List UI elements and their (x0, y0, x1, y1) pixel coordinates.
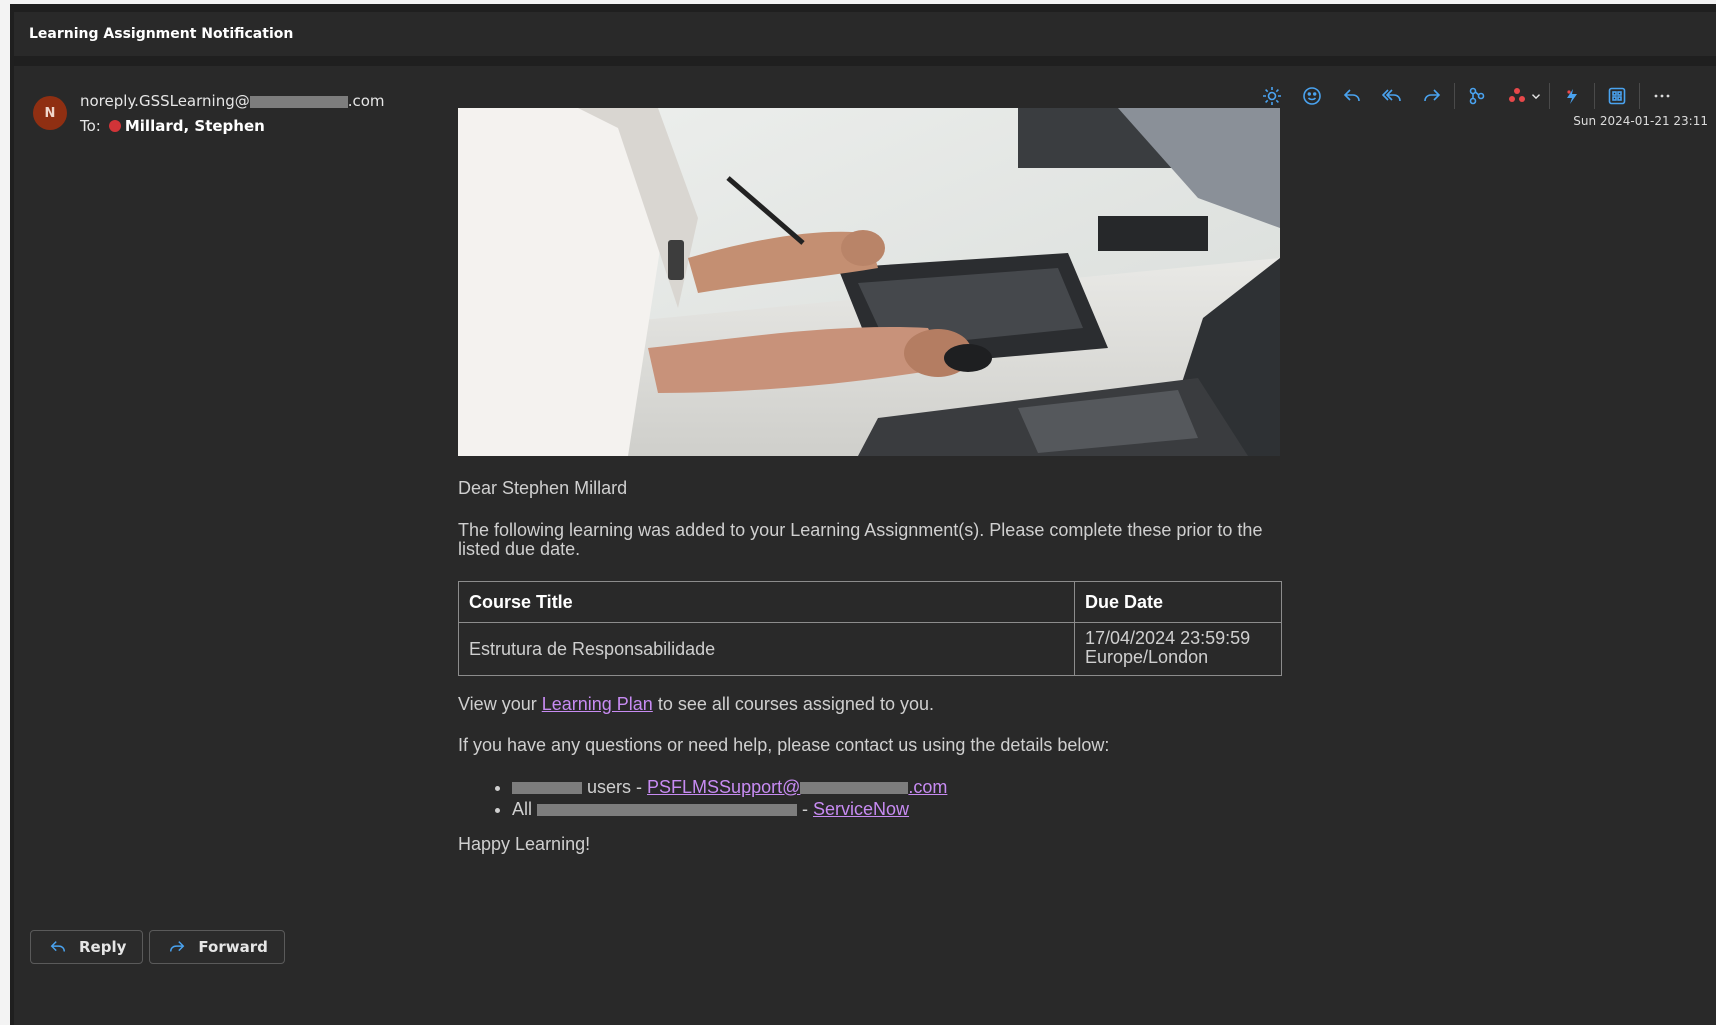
intro-text: The following learning was added to your… (458, 520, 1263, 559)
message-toolbar (1252, 80, 1682, 112)
forward-icon (170, 941, 185, 952)
reply-button[interactable]: Reply (30, 930, 144, 964)
redacted-text (800, 782, 909, 795)
questions-text: If you have any questions or need help, … (458, 735, 1110, 755)
message-date: Sun 2024-01-21 23:11 (1573, 114, 1708, 128)
support-email-prefix: PSFLMSSupport@ (647, 777, 801, 797)
emoji-icon[interactable] (1296, 81, 1328, 111)
reply-icon (50, 941, 66, 952)
contact-list: users - PSFLMSSupport@ .com All - Service… (458, 776, 1284, 820)
column-header-due-date: Due Date (1074, 581, 1282, 623)
chevron-down-icon[interactable] (1529, 81, 1543, 111)
learning-plan-link[interactable]: Learning Plan (542, 694, 653, 714)
view-learning-plan-text: View your Learning Plan to see all cours… (458, 694, 1284, 715)
due-date-timezone: Europe/London (1085, 647, 1209, 667)
toolbar-divider (1639, 83, 1640, 109)
signoff-text: Happy Learning! (458, 834, 591, 854)
contact-separator: - (797, 799, 814, 819)
table-row: Estrutura de Responsabilidade 17/04/2024… (458, 622, 1282, 676)
list-item: users - PSFLMSSupport@ .com (512, 776, 1284, 798)
sender-domain-suffix: .com (347, 92, 385, 110)
forward-icon[interactable] (1416, 81, 1448, 111)
toolbar-divider (1454, 83, 1455, 109)
window-title: Learning Assignment Notification (14, 12, 1716, 56)
contact-text: All (512, 799, 538, 819)
grid-icon[interactable] (1601, 81, 1633, 111)
redacted-text (537, 804, 798, 817)
footer-actions: Reply Forward (30, 930, 291, 964)
forward-button[interactable]: Forward (149, 930, 285, 964)
message-body: Dear Stephen Millard The following learn… (458, 108, 1284, 855)
redacted-text (249, 95, 348, 108)
sender-address[interactable]: noreply.GSSLearning@ .com (80, 92, 385, 110)
reply-icon[interactable] (1336, 81, 1368, 111)
to-line: To: Millard, Stephen (80, 117, 265, 135)
course-title-cell: Estrutura de Responsabilidade (458, 622, 1075, 676)
column-header-course-title: Course Title (458, 581, 1075, 623)
teams-icon[interactable] (1556, 81, 1588, 111)
course-table: Course Title Due Date Estrutura de Respo… (458, 581, 1282, 676)
view-prefix: View your (458, 694, 542, 714)
contact-text: users - (587, 777, 648, 797)
due-date-value: 17/04/2024 23:59:59 (1085, 628, 1251, 648)
presence-busy-icon (108, 120, 121, 132)
reply-all-icon[interactable] (1376, 81, 1408, 111)
hero-image (458, 108, 1280, 456)
list-item: All - ServiceNow (512, 798, 1284, 820)
brightness-icon[interactable] (1256, 81, 1288, 111)
due-date-cell: 17/04/2024 23:59:59 Europe/London (1074, 622, 1282, 676)
apps-icon[interactable] (1461, 81, 1493, 111)
recipient-name[interactable]: Millard, Stephen (125, 117, 265, 135)
table-header-row: Course Title Due Date (458, 581, 1282, 623)
sender-name: noreply.GSSLearning@ (80, 92, 250, 110)
to-label: To: (80, 117, 101, 135)
support-email-suffix: .com (908, 777, 948, 797)
reply-label: Reply (79, 938, 127, 956)
forward-label: Forward (198, 938, 268, 956)
toolbar-divider (1549, 83, 1550, 109)
greeting: Dear Stephen Millard (458, 478, 628, 498)
toolbar-divider (1594, 83, 1595, 109)
more-icon[interactable] (1646, 81, 1678, 111)
sender-avatar[interactable]: N (33, 96, 67, 130)
view-suffix: to see all courses assigned to you. (652, 694, 934, 714)
servicenow-link[interactable]: ServiceNow (813, 799, 909, 819)
support-email-link[interactable]: PSFLMSSupport@ .com (647, 777, 947, 797)
mail-window: Learning Assignment Notification N norep… (10, 4, 1716, 1025)
redacted-text (512, 782, 582, 795)
